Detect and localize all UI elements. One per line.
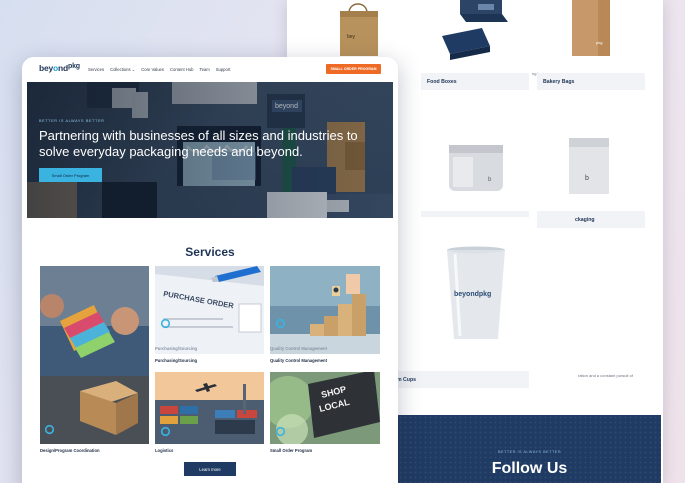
nav-item-collections[interactable]: Collections ⌄ bbox=[110, 67, 135, 72]
learn-more-button[interactable]: Learn more bbox=[184, 462, 236, 476]
nav-item-services[interactable]: Services bbox=[88, 67, 104, 72]
white-pouch-product[interactable]: b bbox=[567, 136, 611, 196]
service-card-logistics[interactable] bbox=[155, 372, 264, 444]
foil-pouch-product[interactable]: b bbox=[447, 143, 505, 193]
service-overlay-quality: Quality Control Management bbox=[270, 346, 328, 351]
ring-icon bbox=[275, 426, 286, 437]
quality-blocks-photo bbox=[270, 266, 380, 354]
service-caption-logistics[interactable]: Logistics bbox=[155, 448, 173, 453]
follow-tagline: BETTER IS ALWAYS BETTER bbox=[497, 450, 562, 454]
logo-text-3: nd bbox=[58, 63, 69, 73]
design-photo bbox=[40, 266, 149, 444]
service-card-purchasing[interactable]: PURCHASE ORDER Purchasing/Sourcing bbox=[155, 266, 264, 354]
faint-text-bottom: ration and a constant pursuit of bbox=[578, 373, 633, 378]
svg-text:pkg: pkg bbox=[596, 40, 602, 45]
product-label-packaging[interactable]: ckaging bbox=[537, 211, 645, 228]
hero-banner: beyond BETTER IS ALWAYS BETTER Partnerin… bbox=[27, 82, 393, 218]
ring-icon bbox=[275, 318, 286, 329]
nav-item-core-values[interactable]: Core Values bbox=[141, 67, 164, 72]
service-card-design[interactable] bbox=[40, 266, 149, 444]
purchase-order-photo: PURCHASE ORDER bbox=[155, 266, 264, 354]
hero-tagline: BETTER IS ALWAYS BETTER bbox=[39, 119, 105, 123]
service-caption-purchasing[interactable]: Purchasing/Sourcing bbox=[155, 358, 197, 363]
top-navigation: beyondpkg Services Collections ⌄ Core Va… bbox=[22, 57, 398, 81]
product-label-placeholder bbox=[421, 211, 529, 217]
svg-text:bey: bey bbox=[347, 34, 356, 40]
product-label-cups[interactable]: m Cups bbox=[387, 371, 529, 388]
nav-menu: Services Collections ⌄ Core Values Conte… bbox=[88, 67, 230, 72]
plastic-cup-product[interactable]: beyondpkg bbox=[445, 246, 507, 342]
nav-item-team[interactable]: Team bbox=[199, 67, 209, 72]
bakery-bag-product[interactable]: pkg bbox=[570, 0, 612, 58]
chevron-down-icon: ⌄ bbox=[131, 67, 136, 72]
nav-item-content-hub[interactable]: Content Hub bbox=[170, 67, 194, 72]
kraft-bag-product[interactable]: bey bbox=[337, 3, 381, 58]
logo-text-4: pkg bbox=[68, 63, 80, 70]
service-caption-design[interactable]: Design/Program Coordination bbox=[40, 448, 100, 453]
follow-us-section: BETTER IS ALWAYS BETTER Follow Us bbox=[398, 415, 661, 483]
logistics-port-photo bbox=[155, 372, 264, 444]
services-title: Services bbox=[185, 245, 235, 259]
service-caption-quality[interactable]: Quality Control Management bbox=[270, 358, 327, 363]
follow-title: Follow Us bbox=[491, 460, 568, 477]
svg-text:b: b bbox=[585, 175, 589, 182]
small-order-program-button[interactable]: SMALL ORDER PROGRAM bbox=[326, 64, 381, 74]
cup-print: beyondpkg bbox=[454, 291, 491, 298]
service-overlay-purchasing: Purchasing/Sourcing bbox=[155, 346, 198, 351]
ring-icon bbox=[160, 426, 171, 437]
nav-item-collections-label: Collections bbox=[110, 67, 131, 72]
service-caption-small-order[interactable]: Small Order Program bbox=[270, 448, 312, 453]
product-label-bakery-bags[interactable]: Bakery Bags bbox=[537, 73, 645, 90]
service-card-quality[interactable]: Quality Control Management bbox=[270, 266, 380, 354]
brand-logo[interactable]: beyondpkg bbox=[39, 63, 80, 73]
shop-local-photo: SHOP LOCAL bbox=[270, 372, 380, 444]
ring-icon bbox=[44, 424, 55, 435]
hero-title: Partnering with businesses of all sizes … bbox=[39, 128, 358, 159]
ring-icon bbox=[160, 318, 171, 329]
logo-text-1: bey bbox=[39, 63, 54, 73]
food-box-product[interactable] bbox=[442, 0, 514, 60]
hero-small-order-button[interactable]: Small Order Program bbox=[39, 168, 102, 182]
nav-item-support[interactable]: Support bbox=[216, 67, 231, 72]
website-front-page: beyondpkg Services Collections ⌄ Core Va… bbox=[22, 57, 398, 483]
product-label-food-boxes[interactable]: Food Boxes bbox=[421, 73, 529, 90]
service-card-small-order[interactable]: SHOP LOCAL bbox=[270, 372, 380, 444]
